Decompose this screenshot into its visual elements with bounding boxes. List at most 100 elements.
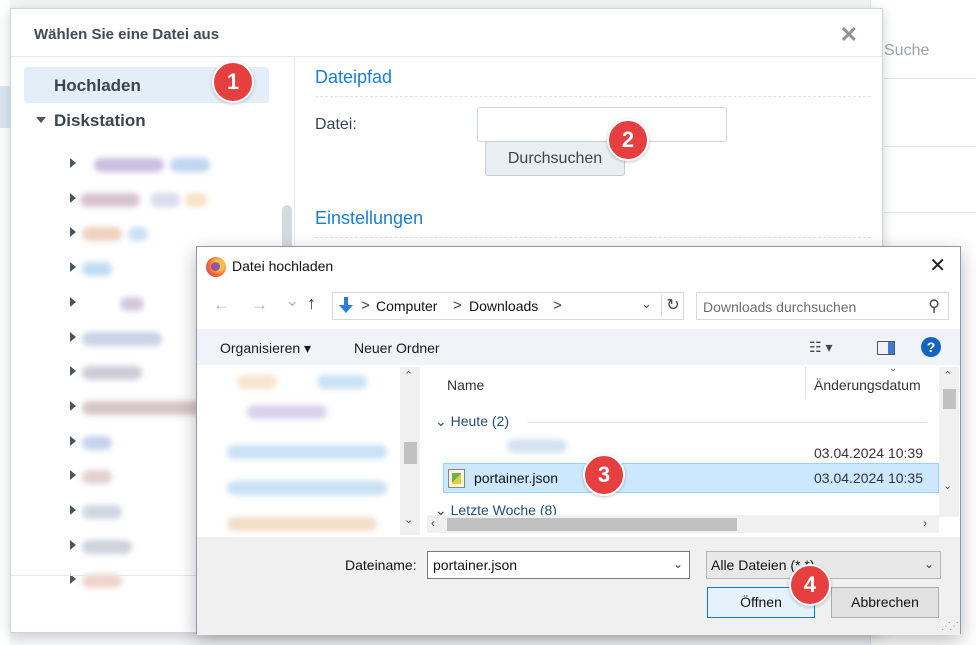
background-divider <box>884 212 976 213</box>
preview-pane-icon[interactable] <box>877 341 895 355</box>
blurred-folder-name <box>82 227 122 241</box>
nav-item-diskstation[interactable]: Diskstation <box>36 111 146 131</box>
search-input[interactable]: Downloads durchsuchen ⚲ <box>696 292 949 320</box>
organize-menu[interactable]: Organisieren ▾ <box>220 340 311 357</box>
view-options-icon[interactable]: ☷ ▾ <box>809 339 832 356</box>
blurred-folder-name <box>120 297 144 311</box>
expand-arrow-icon[interactable] <box>70 193 76 203</box>
browse-button[interactable]: Durchsuchen <box>485 141 625 176</box>
step-badge-4: 4 <box>789 564 831 606</box>
file-list-horizontal-scrollbar[interactable]: ‹ › <box>427 515 939 533</box>
expand-arrow-icon[interactable] <box>70 332 76 342</box>
background-search-placeholder[interactable]: Suche <box>884 42 929 60</box>
breadcrumb-downloads[interactable]: Downloads <box>469 298 538 314</box>
background-divider <box>884 146 976 147</box>
scroll-thumb[interactable] <box>943 389 956 409</box>
column-header-modified[interactable]: Änderungsdatum <box>814 377 921 393</box>
blurred-folder-name <box>82 332 162 346</box>
scroll-right-icon[interactable]: › <box>923 516 927 530</box>
blurred-nav-item <box>247 405 327 419</box>
expand-arrow-icon[interactable] <box>70 436 76 446</box>
resize-grip-icon[interactable]: ⋰⋰ <box>941 621 959 632</box>
scroll-up-icon[interactable]: ⌃ <box>404 369 413 382</box>
firefox-icon <box>206 257 226 277</box>
blurred-nav-item <box>237 375 277 389</box>
search-placeholder: Downloads durchsuchen <box>703 299 857 315</box>
blurred-folder-name <box>82 470 112 484</box>
search-icon[interactable]: ⚲ <box>928 296 940 316</box>
file-row-selected[interactable]: portainer.json 03.04.2024 10:35 <box>443 463 939 493</box>
forward-arrow-icon[interactable]: → <box>251 295 268 315</box>
file-list-vertical-scrollbar[interactable]: ⌃ ⌄ <box>939 367 959 517</box>
blurred-folder-name <box>82 262 112 276</box>
expand-arrow-icon[interactable] <box>70 297 76 307</box>
blurred-folder-name <box>82 574 122 588</box>
file-modified-date: 03.04.2024 10:39 <box>814 445 923 461</box>
cancel-button[interactable]: Abbrechen <box>831 587 939 618</box>
column-separator[interactable] <box>805 367 806 399</box>
navigation-scrollbar[interactable]: ⌃ ⌄ <box>400 367 420 535</box>
step-badge-3: 3 <box>583 454 625 496</box>
downloads-folder-icon <box>339 297 353 313</box>
group-header-last-week[interactable]: ⌄ Letzte Woche (8) <box>435 502 557 516</box>
scroll-left-icon[interactable]: ‹ <box>431 516 435 530</box>
scroll-down-icon[interactable]: ⌄ <box>404 513 413 526</box>
step-badge-1: 1 <box>212 61 254 103</box>
chevron-down-icon[interactable]: ⌄ <box>924 557 934 571</box>
blurred-nav-item <box>227 445 387 459</box>
background-divider <box>884 78 976 79</box>
chevron-down-icon[interactable]: ⌄ <box>641 296 652 312</box>
section-divider <box>315 96 871 97</box>
scroll-thumb[interactable] <box>447 518 737 531</box>
new-folder-button[interactable]: Neuer Ordner <box>354 340 440 356</box>
close-icon[interactable]: ✕ <box>929 253 946 278</box>
file-path-input[interactable] <box>477 107 727 142</box>
blurred-folder-name <box>185 193 207 207</box>
navigation-bar: ← → ⌄ ↑ > Computer > Downloads > ⌄ ↻ Dow… <box>197 287 960 321</box>
expand-arrow-icon[interactable] <box>70 366 76 376</box>
column-header-name[interactable]: Name <box>447 377 484 393</box>
breadcrumb-computer[interactable]: Computer <box>376 298 437 314</box>
blurred-folder-name <box>82 366 142 380</box>
filename-input[interactable]: portainer.json ⌄ <box>427 551 690 579</box>
file-label: Datei: <box>315 116 357 133</box>
back-arrow-icon[interactable]: ← <box>213 295 230 315</box>
expand-arrow-icon[interactable] <box>70 540 76 550</box>
scroll-down-icon[interactable]: ⌄ <box>943 479 952 492</box>
blurred-nav-item <box>227 481 387 495</box>
up-arrow-icon[interactable]: ↑ <box>307 293 316 314</box>
recent-locations-icon[interactable]: ⌄ <box>285 291 299 311</box>
dialog-footer: Dateiname: portainer.json ⌄ Alle Dateien… <box>197 537 960 635</box>
refresh-icon[interactable]: ↻ <box>661 295 684 317</box>
title-divider <box>11 56 882 57</box>
filename-value: portainer.json <box>433 557 518 573</box>
dialog-titlebar[interactable]: Datei hochladen ✕ <box>197 247 960 285</box>
scroll-thumb[interactable] <box>404 442 417 464</box>
section-title-settings: Einstellungen <box>315 208 424 228</box>
group-header-today[interactable]: ⌄ Heute (2) <box>435 413 509 430</box>
blurred-folder-name <box>82 401 202 415</box>
breadcrumb-separator: > <box>361 297 370 314</box>
expand-arrow-icon[interactable] <box>70 158 76 168</box>
scroll-up-icon[interactable]: ⌃ <box>943 369 952 382</box>
expand-arrow-icon[interactable] <box>70 470 76 480</box>
blurred-folder-name <box>82 436 112 450</box>
section-divider <box>315 237 871 238</box>
dialog-title: Datei hochladen <box>232 258 334 274</box>
close-icon[interactable]: ✕ <box>840 22 858 48</box>
expand-arrow-icon[interactable] <box>70 401 76 411</box>
blurred-nav-item <box>227 517 377 531</box>
chevron-down-icon[interactable]: ⌄ <box>673 557 683 571</box>
blurred-folder-name <box>80 193 140 207</box>
expand-arrow-icon[interactable] <box>70 227 76 237</box>
breadcrumb-separator: > <box>453 297 462 314</box>
blurred-folder-name <box>170 158 210 172</box>
help-icon[interactable]: ? <box>921 337 941 357</box>
blurred-file-name <box>507 439 567 453</box>
expand-arrow-icon[interactable] <box>70 262 76 272</box>
group-label: Letzte Woche (8) <box>450 502 557 516</box>
file-list: Name ⌄ Änderungsdatum ⌄ Heute (2) 03.04.… <box>427 363 961 535</box>
expand-arrow-icon[interactable] <box>70 505 76 515</box>
breadcrumb-separator: > <box>553 297 562 314</box>
address-bar[interactable]: > Computer > Downloads > ⌄ ↻ <box>332 292 684 320</box>
